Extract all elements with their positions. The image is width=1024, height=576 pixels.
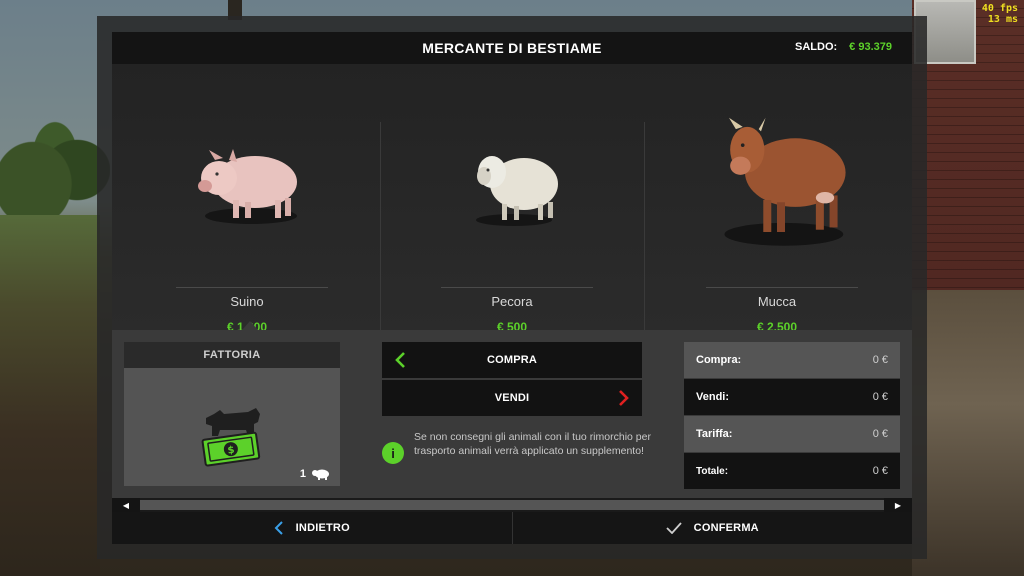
animal-divider: [441, 287, 593, 288]
summary-value: 0 €: [872, 465, 888, 477]
header-bar: MERCANTE DI BESTIAME SALDO: € 93.379: [112, 32, 912, 64]
animal-name: Mucca: [757, 294, 797, 309]
sell-button[interactable]: VENDI: [382, 380, 642, 416]
summary-value: 0 €: [872, 391, 888, 403]
animal-name: Pecora: [491, 294, 533, 309]
summary-label: Vendi:: [696, 391, 730, 403]
animal-card-cow[interactable]: Mucca € 2.500: [644, 64, 910, 334]
chevron-right-icon: [619, 390, 629, 406]
confirm-button[interactable]: CONFERMA: [513, 512, 913, 544]
farm-title: FATTORIA: [124, 342, 340, 368]
summary-row-sell: Vendi: 0 €: [684, 379, 900, 415]
pig-icon: [198, 149, 297, 224]
summary-row-buy: Compra: 0 €: [684, 342, 900, 378]
chevron-left-icon: [274, 521, 283, 535]
balance-label: SALDO:: [795, 41, 838, 53]
cow-icon: [724, 117, 846, 246]
livestock-dealer-panel: MERCANTE DI BESTIAME SALDO: € 93.379 Suin…: [112, 32, 912, 544]
animal-name: Suino: [230, 294, 264, 309]
summary-label: Tariffa:: [696, 428, 733, 440]
scroll-thumb[interactable]: [140, 500, 884, 510]
fps-counter: 40 fps 13 ms: [982, 3, 1018, 25]
farm-panel[interactable]: FATTORIA $ 1: [124, 342, 340, 486]
back-button[interactable]: INDIETRO: [112, 512, 512, 544]
fps-value: 40 fps: [981, 3, 1018, 14]
summary-row-fee: Tariffa: 0 €: [684, 416, 900, 452]
sheep-icon: [476, 156, 558, 226]
summary-value: 0 €: [872, 428, 888, 440]
animal-carousel: Suino € 1.600 Pecora € 500 Mucca € 2.500: [112, 64, 912, 334]
column-divider: [380, 122, 381, 332]
info-text: Se non consegni gli animali con il tuo r…: [414, 431, 651, 457]
summary-label: Compra:: [696, 354, 742, 366]
trade-section: FATTORIA $ 1 COMPRA VENDI i Se non conse…: [112, 330, 912, 498]
buy-button[interactable]: COMPRA: [382, 342, 642, 378]
pig-small-icon: [312, 469, 329, 480]
farm-animal-count: 1: [300, 468, 330, 480]
checkmark-icon: [666, 522, 682, 534]
summary-value: 0 €: [872, 354, 888, 366]
chevron-left-icon: [395, 352, 405, 368]
animal-card-pig[interactable]: Suino € 1.600: [114, 64, 380, 334]
page-title: MERCANTE DI BESTIAME: [422, 40, 602, 56]
animal-divider: [176, 287, 328, 288]
background-field: [0, 215, 100, 576]
footer-bar: INDIETRO CONFERMA: [112, 512, 912, 544]
cow-money-icon: $: [201, 408, 261, 467]
back-label: INDIETRO: [295, 522, 350, 534]
horizontal-scrollbar[interactable]: ◀ ▶: [112, 498, 912, 512]
column-divider: [644, 122, 645, 332]
animal-divider: [706, 287, 858, 288]
sell-label: VENDI: [494, 392, 530, 404]
scroll-left-arrow-icon[interactable]: ◀: [112, 498, 140, 512]
summary-row-total: Totale: 0 €: [684, 453, 900, 489]
balance-display: SALDO: € 93.379: [795, 41, 892, 53]
confirm-label: CONFERMA: [693, 522, 759, 534]
background-ground: [912, 290, 1024, 576]
transport-info: i Se non consegni gli animali con il tuo…: [382, 430, 652, 464]
farm-count-value: 1: [299, 468, 306, 480]
scroll-right-arrow-icon[interactable]: ▶: [884, 498, 912, 512]
frame-time: 13 ms: [987, 14, 1018, 25]
info-icon: i: [382, 442, 404, 464]
buy-label: COMPRA: [486, 354, 538, 366]
summary-label: Totale:: [696, 465, 729, 477]
animal-card-sheep[interactable]: Pecora € 500: [379, 64, 645, 334]
cost-summary: Compra: 0 € Vendi: 0 € Tariffa: 0 € Tota…: [684, 342, 900, 490]
balance-value: € 93.379: [849, 41, 892, 53]
selection-pointer: [242, 321, 258, 330]
